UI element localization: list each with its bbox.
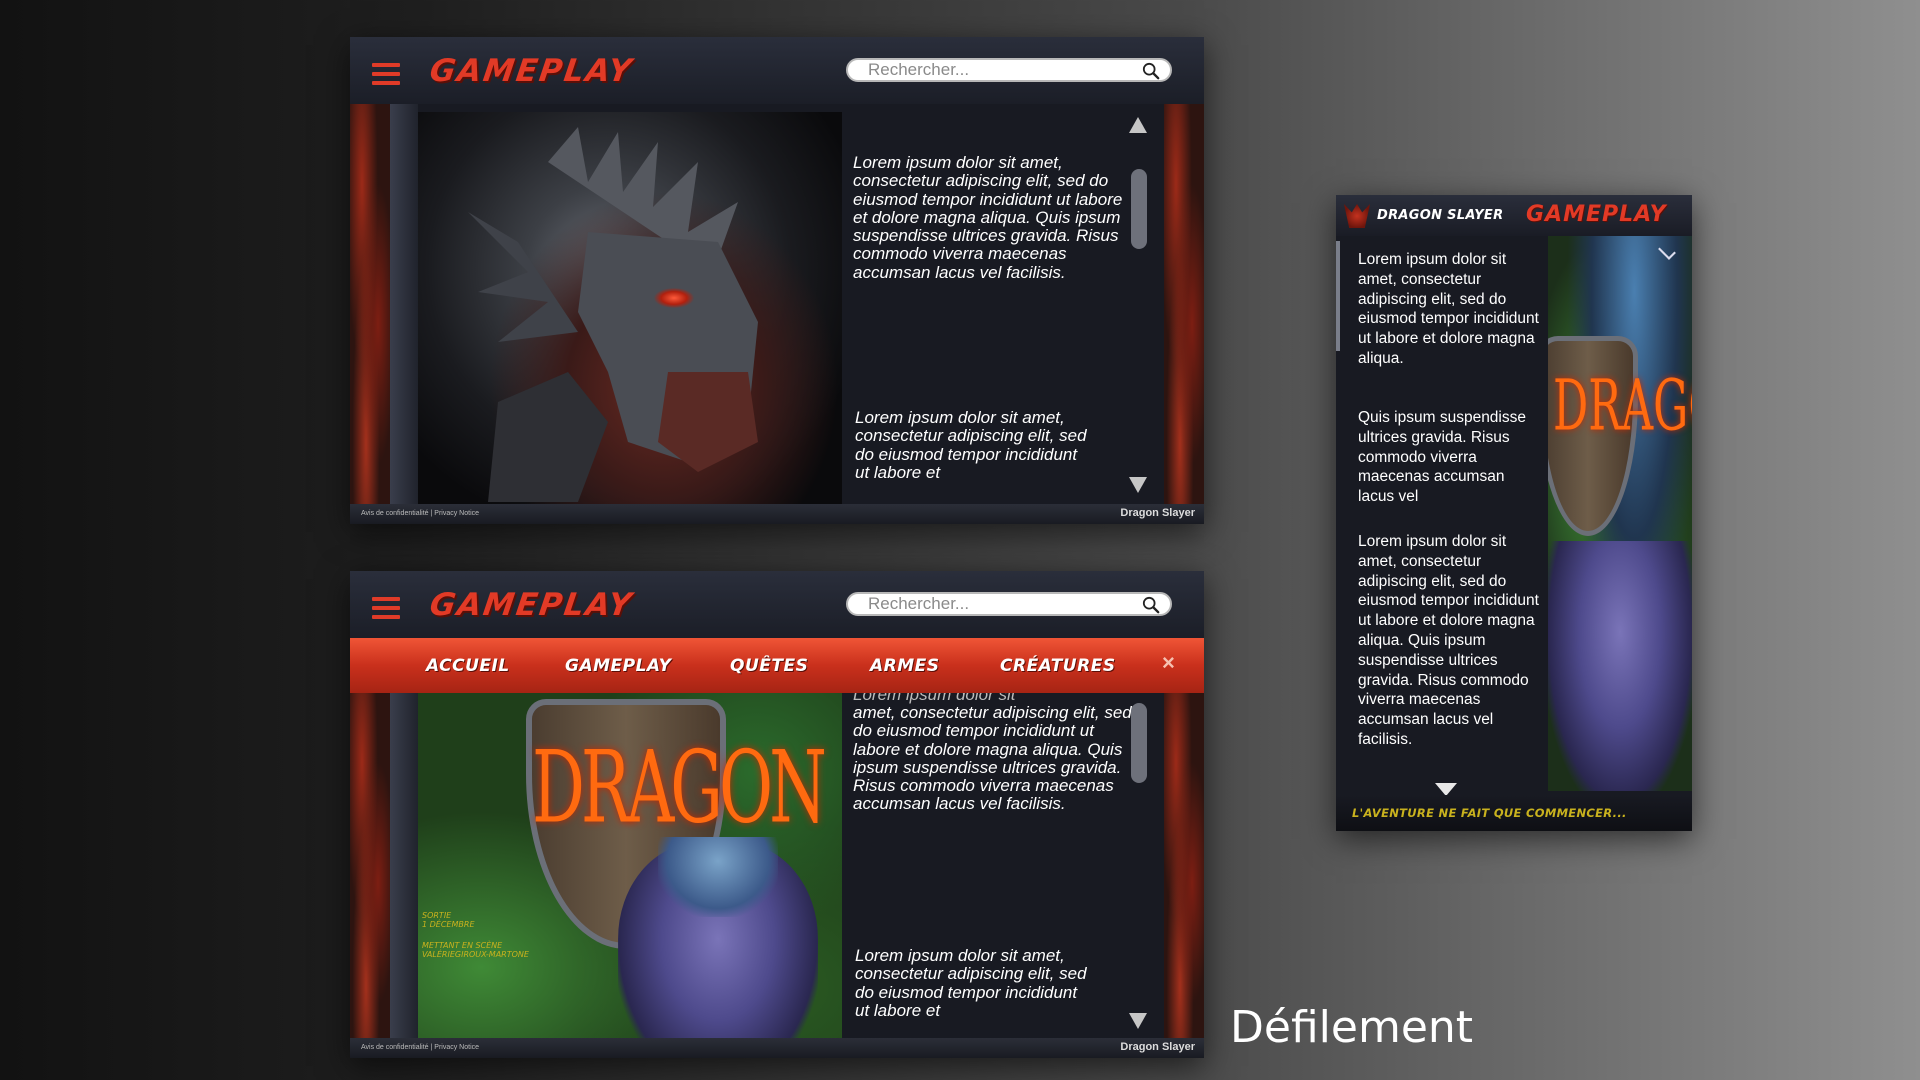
mobile-paragraph-3: Lorem ipsum dolor sit amet, consectetur … [1358, 533, 1539, 748]
main-nav: ACCUEIL GAMEPLAY QUÊTES ARMES CRÉATURES … [350, 638, 1204, 693]
character-hair [658, 837, 778, 917]
desktop-mockup-default: GAMEPLAY Lorem ipsum dolor sit amet, con… [350, 37, 1204, 524]
side-decoration-left [350, 693, 390, 1038]
mobile-footer: L'AVENTURE NE FAIT QUE COMMENCER... [1336, 795, 1692, 831]
article-paragraph-2: Lorem ipsum dolor sit amet, consectetur … [855, 947, 1087, 1020]
hamburger-icon[interactable] [372, 63, 400, 85]
privacy-links[interactable]: Avis de confidentialité | Privacy Notice [361, 510, 479, 517]
close-icon[interactable]: × [1162, 650, 1175, 676]
search-bar[interactable] [846, 58, 1172, 82]
footer-brand: Dragon Slayer [1120, 507, 1195, 519]
poster-credits: Sortie 1 décembre Mettant en scène Valér… [422, 911, 529, 959]
content-area: DRAGON Sortie 1 décembre Mettant en scèn… [350, 693, 1204, 1038]
triangle-up-icon[interactable] [1129, 117, 1147, 133]
triangle-down-icon[interactable] [1129, 477, 1147, 493]
credit-line: Mettant en scène [422, 941, 503, 950]
game-title: DRAGON SLAYER [1377, 208, 1504, 223]
mobile-header: DRAGON SLAYER GAMEPLAY [1336, 195, 1692, 236]
scroll-thumb[interactable] [1131, 169, 1147, 249]
search-input[interactable] [868, 595, 1138, 613]
side-decoration-right [1164, 693, 1204, 1038]
dragon-emblem-icon [1344, 204, 1370, 228]
mobile-poster-image: DRAGON [1548, 236, 1692, 791]
hamburger-icon[interactable] [372, 597, 400, 619]
dragon-hero-image [418, 112, 842, 504]
nav-item-quetes[interactable]: QUÊTES [730, 656, 808, 676]
mobile-paragraph-1: Lorem ipsum dolor sit amet, consectetur … [1358, 251, 1539, 367]
desktop-mockup-menu-open: GAMEPLAY ACCUEIL GAMEPLAY QUÊTES ARMES C… [350, 571, 1204, 1058]
site-logo[interactable]: GAMEPLAY [427, 53, 635, 89]
nav-item-armes[interactable]: ARMES [870, 656, 940, 676]
credit-line: ValérieGiroux-Martone [422, 950, 529, 959]
search-input[interactable] [868, 61, 1138, 79]
credit-line: 1 décembre [422, 920, 475, 929]
mobile-paragraph-2: Quis ipsum suspendisse ultrices gravida.… [1358, 409, 1526, 506]
slide-caption: Défilement [1230, 1002, 1474, 1053]
site-logo[interactable]: GAMEPLAY [427, 587, 635, 623]
site-footer: Avis de confidentialité | Privacy Notice… [350, 504, 1204, 524]
poster-title: DRAGON [1553, 365, 1692, 448]
scrollbar[interactable] [1125, 117, 1149, 497]
search-icon[interactable] [1142, 62, 1160, 80]
site-header: GAMEPLAY [350, 571, 1204, 638]
tagline: L'AVENTURE NE FAIT QUE COMMENCER... [1352, 806, 1627, 820]
site-header: GAMEPLAY [350, 37, 1204, 104]
scrollbar[interactable] [1125, 693, 1149, 1038]
character-portrait [1548, 541, 1692, 791]
character-portrait [618, 837, 818, 1038]
mobile-mockup: DRAGON SLAYER GAMEPLAY DRAGON Lorem ipsu… [1336, 195, 1692, 831]
side-decoration-right [1164, 104, 1204, 504]
chevron-down-icon[interactable] [1658, 242, 1676, 260]
mobile-logo[interactable]: GAMEPLAY [1526, 202, 1667, 227]
dragon-poster-image: DRAGON Sortie 1 décembre Mettant en scèn… [418, 693, 842, 1038]
privacy-links[interactable]: Avis de confidentialité | Privacy Notice [361, 1044, 479, 1051]
dragon-eye [654, 288, 694, 308]
search-bar[interactable] [846, 592, 1172, 616]
search-icon[interactable] [1142, 596, 1160, 614]
dragon-silhouette [468, 127, 758, 502]
shield-emblem: DRAGON [1548, 336, 1692, 536]
nav-item-gameplay[interactable]: GAMEPLAY [565, 656, 671, 676]
article-paragraph-2: Lorem ipsum dolor sit amet, consectetur … [855, 409, 1087, 482]
article-paragraph-1: amet, consectetur adipiscing elit, sed d… [853, 703, 1132, 814]
nav-item-accueil[interactable]: ACCUEIL [426, 656, 510, 676]
scroll-indicator[interactable] [1336, 241, 1340, 351]
footer-brand: Dragon Slayer [1120, 1041, 1195, 1053]
poster-title: DRAGON [532, 729, 827, 846]
side-decoration-left [350, 104, 390, 504]
triangle-down-icon[interactable] [1129, 1013, 1147, 1029]
nav-item-creatures[interactable]: CRÉATURES [1000, 656, 1116, 676]
scroll-thumb[interactable] [1131, 703, 1147, 783]
site-footer: Avis de confidentialité | Privacy Notice… [350, 1038, 1204, 1058]
credit-line: Sortie [422, 911, 452, 920]
article-paragraph-1: Lorem ipsum dolor sit amet, consectetur … [853, 153, 1123, 282]
